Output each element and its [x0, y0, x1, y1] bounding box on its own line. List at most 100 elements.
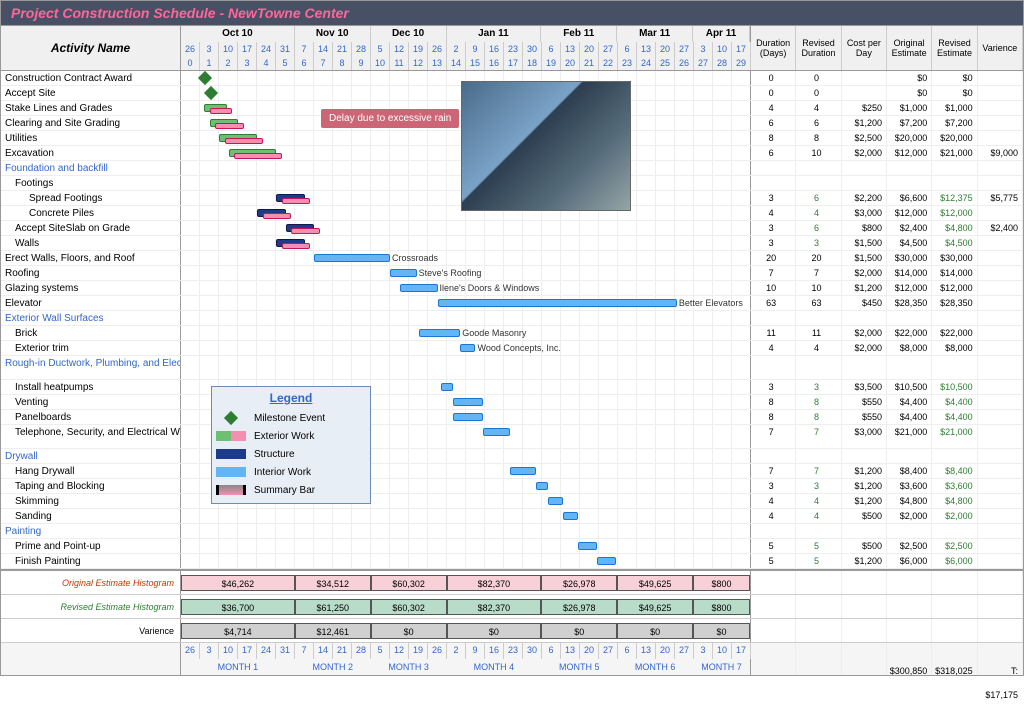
gantt-bar[interactable]	[453, 413, 483, 421]
activity-name: Footings	[1, 176, 181, 190]
data-cell: $0	[932, 71, 977, 85]
gantt-bar[interactable]	[510, 467, 537, 475]
timeline-cell	[181, 524, 751, 538]
day-header: 31	[276, 42, 295, 56]
data-cell: $14,000	[932, 266, 977, 280]
day-header: 27	[599, 42, 618, 56]
activity-name: Rough-in Ductwork, Plumbing, and Electri…	[1, 356, 181, 379]
data-cell	[887, 161, 932, 175]
legend-swatch-icon	[216, 413, 246, 423]
histogram-bar: $0	[447, 623, 542, 639]
gantt-bar[interactable]	[483, 428, 510, 436]
gantt-bar-revised[interactable]	[282, 198, 311, 204]
gantt-bar[interactable]: Crossroads	[314, 254, 390, 262]
data-cell: $1,000	[932, 101, 977, 115]
data-cell	[978, 479, 1023, 493]
timeline-cell: Crossroads	[181, 251, 751, 265]
data-cell: 10	[796, 146, 841, 160]
gantt-bar[interactable]	[548, 497, 563, 505]
gantt-bar[interactable]	[453, 398, 483, 406]
data-cell	[887, 176, 932, 190]
bar-label: Steve's Roofing	[419, 268, 482, 278]
data-cell	[887, 356, 932, 379]
day-header: 27	[675, 42, 694, 56]
gantt-bar[interactable]: Better Elevators	[438, 299, 677, 307]
data-cell	[796, 524, 841, 538]
gantt-bar-revised[interactable]	[282, 243, 311, 249]
histogram-bar: $4,714	[181, 623, 295, 639]
data-cell	[978, 464, 1023, 478]
data-cell: $4,400	[932, 410, 977, 424]
histogram-section: Original Estimate Histogram $46,262$34,5…	[1, 569, 1023, 675]
gantt-bar-revised[interactable]	[215, 123, 244, 129]
data-cell: $3,500	[842, 380, 887, 394]
gantt-bar[interactable]	[441, 383, 452, 391]
day-header: 10	[219, 42, 238, 56]
timeline-cell	[181, 236, 751, 250]
data-cell: 3	[751, 479, 796, 493]
data-cell: $10,500	[887, 380, 932, 394]
gantt-bar-revised[interactable]	[210, 108, 233, 114]
data-cell	[978, 236, 1023, 250]
gantt-bar[interactable]	[578, 542, 597, 550]
legend-item: Interior Work	[216, 463, 366, 481]
data-cells: 44$1,200$4,800$4,800	[751, 494, 1023, 508]
data-cell: $12,000	[887, 146, 932, 160]
variance-histogram-label: Varience	[1, 619, 181, 642]
footer-day: 7	[295, 643, 314, 659]
gantt-bar-revised[interactable]	[263, 213, 292, 219]
gantt-bar-revised[interactable]	[225, 138, 263, 144]
data-cell	[978, 494, 1023, 508]
day-header: 20	[656, 42, 675, 56]
data-cells: 33$1,200$3,600$3,600	[751, 479, 1023, 493]
legend: Legend Milestone EventExterior WorkStruc…	[211, 386, 371, 504]
data-cell	[796, 161, 841, 175]
data-cell: $2,500	[842, 131, 887, 145]
gantt-bar[interactable]: Steve's Roofing	[390, 269, 417, 277]
data-cell: $0	[887, 86, 932, 100]
day-header: 26	[428, 42, 447, 56]
week-index: 23	[618, 56, 637, 70]
activity-name: Venting	[1, 395, 181, 409]
gantt-bar[interactable]	[597, 557, 616, 565]
activity-name: Foundation and backfill	[1, 161, 181, 175]
data-cell	[978, 524, 1023, 538]
gantt-bar[interactable]	[563, 512, 578, 520]
data-cell: 4	[751, 206, 796, 220]
data-cell	[978, 266, 1023, 280]
data-cell: $12,375	[932, 191, 977, 205]
variance-histogram-row: Varience $4,714$12,461$0$0$0$0$0	[1, 619, 1023, 643]
data-cell: 11	[751, 326, 796, 340]
footer-day: 16	[485, 643, 504, 659]
data-cell: $28,350	[932, 296, 977, 310]
footer-month: MONTH 3	[371, 659, 447, 675]
data-cell: 3	[796, 236, 841, 250]
milestone-icon	[204, 86, 218, 100]
gantt-bar-revised[interactable]	[291, 228, 320, 234]
gantt-bar[interactable]: Ilene's Doors & Windows	[400, 284, 438, 292]
data-cell	[796, 356, 841, 379]
timeline-cell	[181, 554, 751, 568]
day-header: 20	[580, 42, 599, 56]
gantt-bar[interactable]: Goode Masonry	[419, 329, 461, 337]
footer-month: MONTH 1	[181, 659, 295, 675]
day-header: 26	[181, 42, 200, 56]
data-cell: $1,200	[842, 116, 887, 130]
gantt-bar[interactable]: Wood Concepts, Inc.	[460, 344, 475, 352]
data-cells: 00$0$0	[751, 86, 1023, 100]
timeline-cell	[181, 539, 751, 553]
week-index: 18	[523, 56, 542, 70]
gantt-bar[interactable]	[536, 482, 547, 490]
data-cell	[978, 116, 1023, 130]
footer-day: 26	[181, 643, 200, 659]
data-cell: 20	[751, 251, 796, 265]
week-index: 17	[504, 56, 523, 70]
month-header: Feb 11	[541, 26, 617, 42]
week-index: 12	[409, 56, 428, 70]
data-cell: $20,000	[932, 131, 977, 145]
activity-name: Glazing systems	[1, 281, 181, 295]
data-cells: 44$3,000$12,000$12,000	[751, 206, 1023, 220]
data-cells: 44$250$1,000$1,000	[751, 101, 1023, 115]
data-cell: $3,600	[887, 479, 932, 493]
gantt-bar-revised[interactable]	[234, 153, 282, 159]
